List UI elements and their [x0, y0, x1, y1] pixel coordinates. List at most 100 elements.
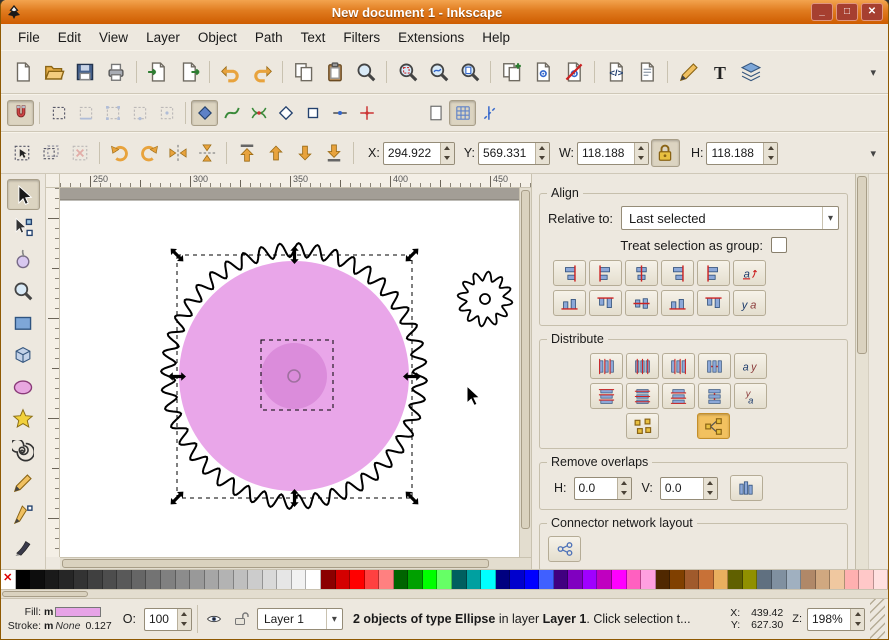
palette-swatch[interactable] — [175, 570, 191, 589]
palette-swatch[interactable] — [291, 570, 307, 589]
commands-toolbar-overflow-button[interactable]: ▾ — [864, 66, 882, 79]
rectangle-tool[interactable] — [7, 307, 40, 338]
palette-swatch[interactable] — [742, 570, 758, 589]
save-document-button[interactable] — [69, 57, 100, 87]
palette-swatch[interactable] — [786, 570, 802, 589]
palette-swatch[interactable] — [582, 570, 598, 589]
text-align-horizontal-button[interactable]: a — [733, 260, 766, 286]
copy-button[interactable] — [288, 57, 319, 87]
text-distribute-horizontal-button[interactable]: ay — [734, 353, 767, 379]
xml-editor-button[interactable]: </> — [600, 57, 631, 87]
palette-swatch[interactable] — [801, 570, 816, 589]
snap-line-midpoints-toggle[interactable] — [326, 100, 353, 126]
snap-nodes-toggle[interactable] — [191, 100, 218, 126]
menu-item-filters[interactable]: Filters — [334, 26, 389, 49]
distribute-equal-vertical-gaps-button[interactable] — [698, 383, 731, 409]
canvas-vertical-scrollbar[interactable] — [519, 188, 531, 557]
palette-swatch[interactable] — [510, 570, 525, 589]
zoom-to-selection-button[interactable] — [392, 57, 423, 87]
palette-swatch[interactable] — [713, 570, 729, 589]
maximize-button[interactable]: □ — [836, 3, 858, 21]
fill-stroke-indicator[interactable]: Fill: m Stroke: m None 0.127 — [4, 606, 112, 633]
align-top-edges-button[interactable] — [589, 290, 622, 316]
align-top-to-anchor-bottom-button[interactable] — [697, 290, 730, 316]
text-and-font-button[interactable]: T — [704, 57, 735, 87]
undo-button[interactable] — [215, 57, 246, 87]
snap-object-centers-toggle[interactable] — [353, 100, 380, 126]
palette-swatch[interactable] — [44, 570, 60, 589]
current-layer-dropdown[interactable]: Layer 1 ▾ — [256, 608, 343, 630]
palette-swatch[interactable] — [117, 570, 132, 589]
create-clone-button[interactable] — [527, 57, 558, 87]
selector-tool[interactable] — [6, 179, 40, 210]
node-editor-tool[interactable] — [7, 211, 40, 242]
opacity-spinbox[interactable]: 100 — [143, 607, 192, 631]
distribute-bottom-edges-button[interactable] — [662, 383, 695, 409]
palette-swatch[interactable] — [233, 570, 249, 589]
snap-to-paths-toggle[interactable] — [218, 100, 245, 126]
import-button[interactable] — [142, 57, 173, 87]
align-bottom-edges-button[interactable] — [661, 290, 694, 316]
find-button[interactable] — [350, 57, 381, 87]
ellipse-tool[interactable] — [7, 371, 40, 402]
snap-grid-toggle[interactable] — [449, 100, 476, 126]
palette-swatch[interactable] — [539, 570, 554, 589]
palette-swatch[interactable] — [335, 570, 351, 589]
palette-swatch[interactable] — [379, 570, 394, 589]
menu-item-layer[interactable]: Layer — [137, 26, 189, 49]
palette-swatch[interactable] — [30, 570, 45, 589]
palette-swatch[interactable] — [59, 570, 74, 589]
palette-swatch[interactable] — [88, 570, 103, 589]
layers-dialog-button[interactable] — [735, 57, 766, 87]
overlap-h-spinbox[interactable]: 0.0 — [573, 476, 632, 500]
snap-bounding-box-toggle[interactable] — [45, 100, 72, 126]
palette-swatch[interactable] — [437, 570, 452, 589]
select-all-layers-button[interactable] — [36, 139, 65, 167]
palette-swatch[interactable] — [626, 570, 642, 589]
rotate-90-cw-button[interactable] — [134, 139, 163, 167]
drawing-svg[interactable] — [60, 188, 519, 557]
palette-swatch[interactable] — [422, 570, 438, 589]
new-document-button[interactable] — [7, 57, 38, 87]
close-button[interactable]: ✕ — [861, 3, 883, 21]
palette-swatch[interactable] — [597, 570, 612, 589]
lower-to-bottom-button[interactable] — [319, 139, 348, 167]
palette-scrollbar[interactable] — [1, 589, 888, 598]
calligraphy-tool[interactable] — [7, 531, 40, 562]
menu-item-object[interactable]: Object — [189, 26, 246, 49]
x-coordinate-spinbox[interactable]: 294.922 — [382, 141, 455, 165]
fill-and-stroke-button[interactable] — [673, 57, 704, 87]
raise-to-top-button[interactable] — [232, 139, 261, 167]
palette-swatch[interactable] — [815, 570, 831, 589]
distribute-equal-horizontal-gaps-button[interactable] — [698, 353, 731, 379]
snap-page-border-toggle[interactable] — [422, 100, 449, 126]
paste-button[interactable] — [319, 57, 350, 87]
palette-swatch[interactable] — [670, 570, 685, 589]
palette-swatch[interactable] — [262, 570, 278, 589]
palette-swatch[interactable] — [699, 570, 714, 589]
fill-color-swatch[interactable] — [55, 607, 102, 617]
menu-item-edit[interactable]: Edit — [49, 26, 90, 49]
snap-cusp-nodes-toggle[interactable] — [272, 100, 299, 126]
flip-vertical-button[interactable] — [192, 139, 221, 167]
palette-swatch[interactable] — [102, 570, 118, 589]
scrollbar-thumb[interactable] — [2, 591, 88, 597]
canvas[interactable] — [60, 188, 519, 557]
distribute-left-edges-button[interactable] — [590, 353, 623, 379]
palette-swatch[interactable] — [524, 570, 540, 589]
palette-swatch-none[interactable]: ✕ — [1, 570, 16, 589]
palette-swatch[interactable] — [131, 570, 147, 589]
align-left-to-anchor-right-button[interactable] — [697, 260, 730, 286]
layer-visibility-toggle[interactable] — [203, 608, 225, 630]
pencil-tool[interactable] — [7, 467, 40, 498]
snap-enable-toggle[interactable] — [7, 100, 34, 126]
layer-lock-toggle[interactable] — [230, 608, 252, 630]
menu-item-extensions[interactable]: Extensions — [389, 26, 473, 49]
remove-overlaps-button[interactable] — [729, 475, 763, 501]
zoom-spinbox[interactable]: 198% — [807, 607, 865, 631]
palette-swatch[interactable] — [321, 570, 336, 589]
export-button[interactable] — [173, 57, 204, 87]
tool-controls-overflow-button[interactable]: ▾ — [864, 147, 882, 160]
box3d-tool[interactable] — [7, 339, 40, 370]
tweak-tool[interactable] — [7, 243, 40, 274]
